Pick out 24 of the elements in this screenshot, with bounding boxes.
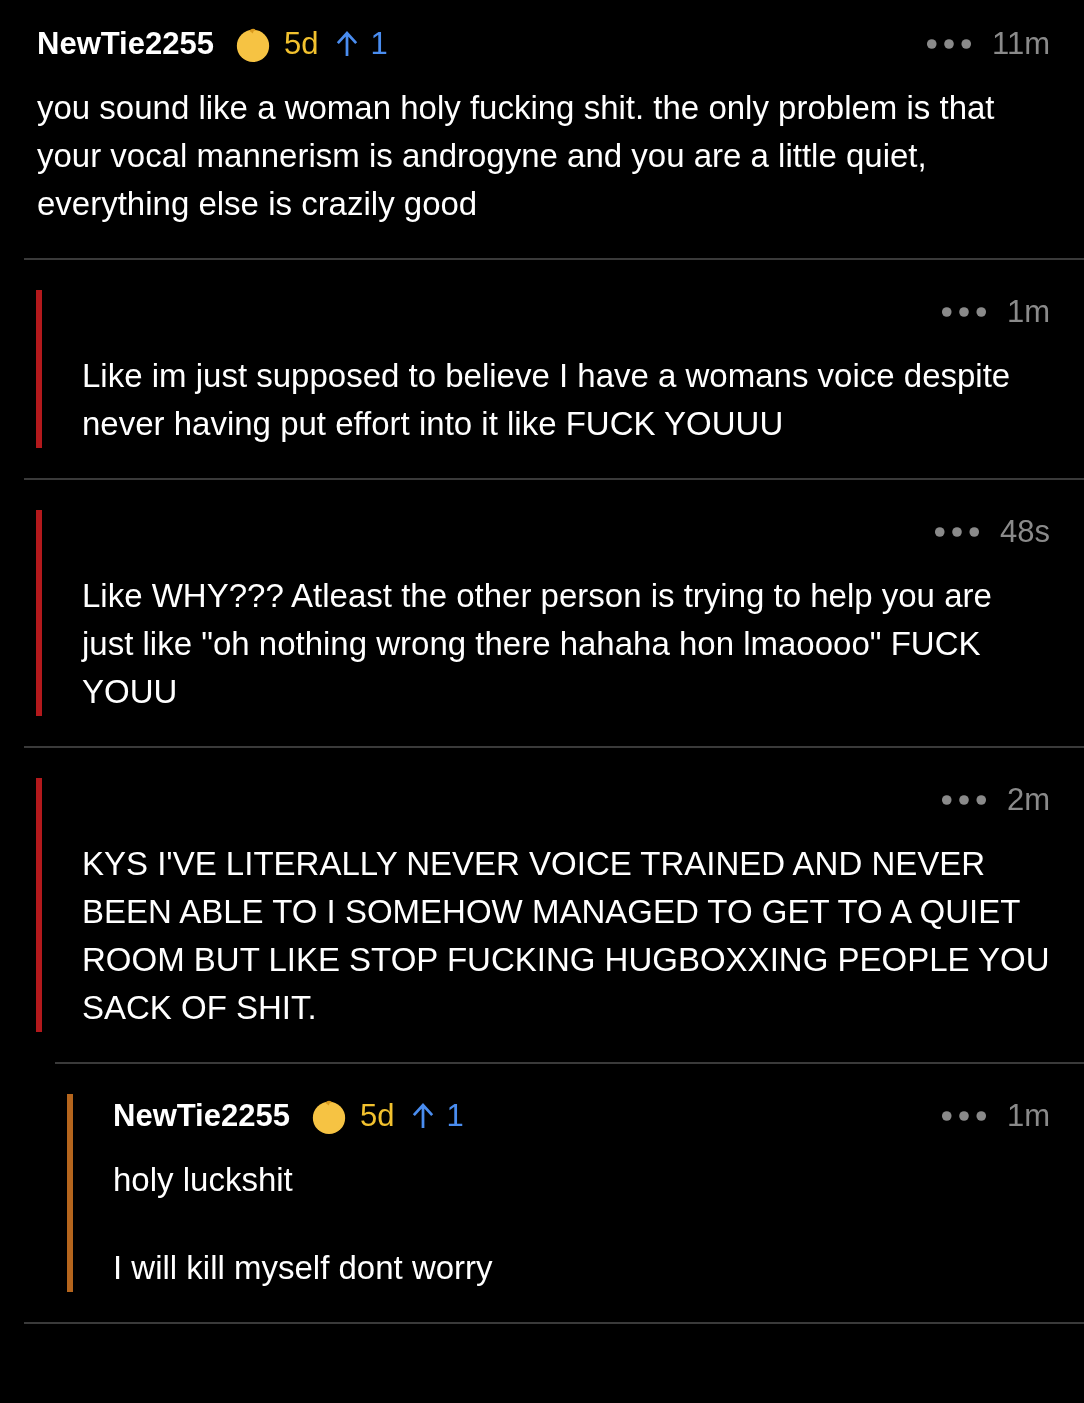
username[interactable]: NewTie2255 xyxy=(37,26,214,62)
upvote-arrow-icon xyxy=(336,29,359,59)
comment-text: Like WHY??? Atleast the other person is trying to help you are just like "oh nothing wrong there hahaha hon lmaoooo" FUCK YOUU xyxy=(82,576,993,712)
timestamp: 1m xyxy=(1006,294,1050,330)
timestamp: 1m xyxy=(1006,1098,1050,1134)
account-age: 5d xyxy=(283,26,319,62)
more-options-icon[interactable] xyxy=(934,526,980,538)
more-options-icon[interactable] xyxy=(940,1110,987,1122)
score: 1 xyxy=(370,26,388,62)
account-age: 5d xyxy=(359,1098,395,1134)
timestamp: 48s xyxy=(1000,514,1050,550)
comment-text: I will kill myself dont worry xyxy=(113,1248,494,1288)
upvote-arrow-icon xyxy=(412,1101,435,1131)
comment-text: you sound like a woman holy fucking shit. the only problem is that your vocal mannerism is androgyne and you are a little quiet, everything else is crazily good xyxy=(37,88,996,224)
more-options-icon[interactable] xyxy=(940,794,987,806)
more-options-icon[interactable] xyxy=(940,306,987,318)
comment-text: Like im just supposed to believe I have a womans voice despite never having put effort into it like FUCK YOUUU xyxy=(82,356,1012,444)
more-options-icon[interactable] xyxy=(926,38,972,50)
score: 1 xyxy=(446,1098,464,1134)
comment-text: KYS I'VE LITERALLY NEVER VOICE TRAINED AND NEVER BEEN ABLE TO I SOMEHOW MANAGED TO GET TO A QUIET ROOM BUT LIKE STOP FUCKING HUGBOXXING PEOPLE YOU SACK OF SHIT. xyxy=(82,844,1050,1028)
username[interactable]: NewTie2255 xyxy=(113,1098,290,1134)
comment-text: holy luckshit xyxy=(113,1160,294,1200)
timestamp: 11m xyxy=(992,26,1050,62)
timestamp: 2m xyxy=(1006,782,1050,818)
